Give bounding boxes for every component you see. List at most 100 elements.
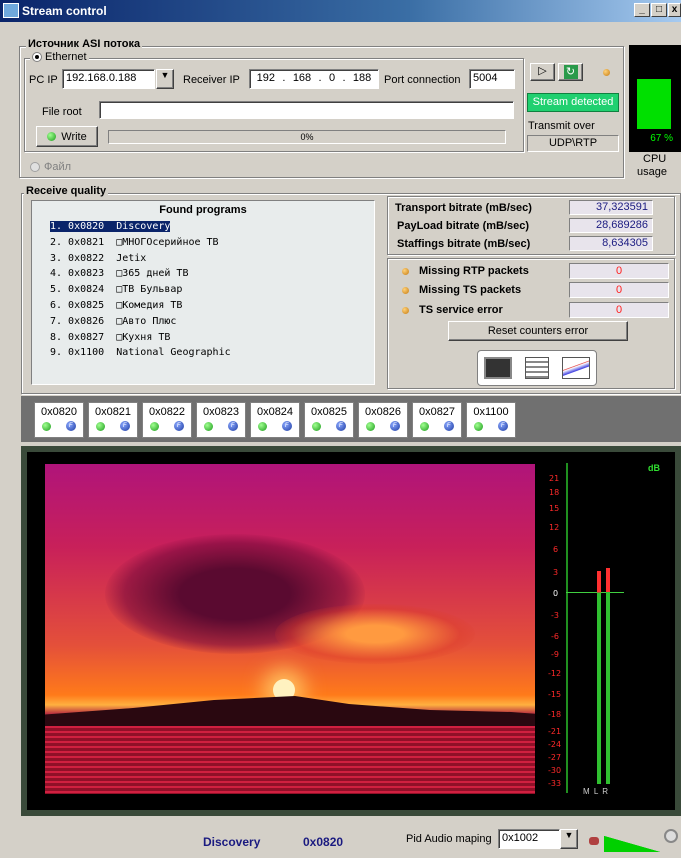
db-unit-label: dB <box>648 463 660 473</box>
program-row[interactable]: 7. 0x0826 □Авто Плюс <box>32 314 374 330</box>
service-error-led-icon <box>402 307 409 314</box>
audio-pid-dropdown-button[interactable]: ▼ <box>560 829 578 849</box>
tick-label: -12 <box>548 669 562 678</box>
tick-label: -9 <box>551 650 559 659</box>
pid-tab-label: 0x0820 <box>40 406 78 418</box>
green-led-icon <box>420 421 430 431</box>
rtp-error-led-icon <box>402 268 409 275</box>
program-row[interactable]: 3. 0x0822 Jetix <box>32 251 374 267</box>
program-row[interactable]: 9. 0x1100 National Geographic <box>32 345 374 361</box>
pid-tab-label: 0x0822 <box>148 406 186 418</box>
pid-tab-label: 0x0825 <box>310 406 348 418</box>
cloud-glow <box>275 604 475 664</box>
file-root-field[interactable] <box>99 101 514 119</box>
audio-pid-select[interactable]: 0x1002 <box>498 829 560 849</box>
pid-tab[interactable]: 0x0827 F <box>412 402 462 438</box>
program-row[interactable]: 5. 0x0824 □ТВ Бульвар <box>32 282 374 298</box>
cpu-label: CPU <box>643 153 667 165</box>
current-program-pid: 0x0820 <box>303 835 344 849</box>
close-button[interactable]: x <box>668 3 681 17</box>
tick-label: -18 <box>548 710 562 719</box>
program-row[interactable]: 6. 0x0825 □Комедия ТВ <box>32 298 374 314</box>
refresh-icon: ↻ <box>563 65 578 79</box>
volume-knob-icon[interactable] <box>664 829 678 843</box>
meter-bar-l <box>597 571 601 784</box>
pc-ip-dropdown-button[interactable]: ▼ <box>156 69 174 89</box>
service-error-value: 0 <box>569 302 669 318</box>
refresh-button[interactable]: ↻ <box>558 63 583 81</box>
green-led-icon <box>42 421 52 431</box>
ts-error-led-icon <box>402 287 409 294</box>
reset-counters-button[interactable]: Reset counters error <box>448 321 628 341</box>
frame-icon: F <box>389 421 400 431</box>
frame-icon: F <box>443 421 454 431</box>
ip-octet: 168 <box>292 72 312 84</box>
table-view-icon[interactable] <box>524 357 549 379</box>
program-row[interactable]: 4. 0x0823 □365 дней ТВ <box>32 266 374 282</box>
frame-icon: F <box>335 421 346 431</box>
ip-octet: 0 <box>328 72 336 84</box>
port-field[interactable]: 5004 <box>469 69 515 89</box>
frame-icon: F <box>497 421 508 431</box>
source-group-label: Источник ASI потока <box>26 38 143 50</box>
green-led-icon <box>366 421 376 431</box>
ethernet-label: Ethernet <box>45 51 87 63</box>
status-led-icon <box>603 69 610 76</box>
ip-octet: 192 <box>256 72 276 84</box>
monitor-view-icon[interactable] <box>484 357 513 379</box>
frame-icon: F <box>119 421 130 431</box>
ip-octet: 188 <box>352 72 372 84</box>
minimize-button[interactable]: _ <box>634 3 650 17</box>
transmit-protocol-field: UDP\RTP <box>527 135 619 152</box>
payload-bitrate-label: PayLoad bitrate (mB/sec) <box>397 220 530 232</box>
ethernet-radio[interactable]: Ethernet <box>30 51 89 63</box>
programs-header: Found programs <box>159 204 247 216</box>
meter-channel-labels: M L R <box>583 787 610 796</box>
pid-tab[interactable]: 0x0821 F <box>88 402 138 438</box>
volume-slider[interactable] <box>604 836 660 852</box>
tick-label: -27 <box>548 753 562 762</box>
frame-icon: F <box>65 421 76 431</box>
tick-label: -33 <box>548 779 562 788</box>
pid-tab[interactable]: 0x0823 F <box>196 402 246 438</box>
green-led-icon <box>204 421 214 431</box>
pid-tab-label: 0x0824 <box>256 406 294 418</box>
file-root-label: File root <box>42 106 82 118</box>
tick-label: -30 <box>548 766 562 775</box>
pid-tab[interactable]: 0x0825 F <box>304 402 354 438</box>
maximize-button[interactable]: □ <box>651 3 667 17</box>
audio-mapping-label: Pid Audio maping <box>406 833 492 845</box>
pid-tab-label: 0x0826 <box>364 406 402 418</box>
port-label: Port connection <box>384 74 461 86</box>
rtp-error-label: Missing RTP packets <box>419 265 529 277</box>
write-label: Write <box>61 130 87 143</box>
pid-tab[interactable]: 0x0820 F <box>34 402 84 438</box>
ts-error-label: Missing TS packets <box>419 284 522 296</box>
found-programs-list[interactable]: Found programs 1. 0x0820 Discovery 2. 0x… <box>31 200 375 385</box>
write-button[interactable]: Write <box>36 126 98 147</box>
green-led-icon <box>96 421 106 431</box>
pid-tab[interactable]: 0x0826 F <box>358 402 408 438</box>
program-row[interactable]: 2. 0x0821 □МНОГОсерийное ТВ <box>32 235 374 251</box>
tick-label: 6 <box>553 545 559 554</box>
tick-label: 21 <box>549 474 560 483</box>
pid-tab[interactable]: 0x0822 F <box>142 402 192 438</box>
file-radio[interactable]: Файл <box>30 161 71 173</box>
program-row-selected[interactable]: 1. 0x0820 Discovery <box>32 219 374 235</box>
pc-ip-field[interactable]: 192.168.0.188 <box>62 69 155 89</box>
cpu-usage-label: usage <box>637 166 667 178</box>
transport-bitrate-value: 37,323591 <box>569 200 653 215</box>
pid-tab[interactable]: 0x0824 F <box>250 402 300 438</box>
speaker-icon[interactable] <box>589 837 599 845</box>
app-icon <box>3 3 19 18</box>
video-preview <box>45 464 535 794</box>
radio-unchecked-icon <box>30 162 40 172</box>
graph-view-icon[interactable] <box>561 357 590 379</box>
pid-tab[interactable]: 0x1100 F <box>466 402 516 438</box>
receiver-ip-field[interactable]: 192. 168. 0. 188 <box>249 69 379 89</box>
play-button[interactable]: ▷ <box>530 63 555 81</box>
rtp-error-value: 0 <box>569 263 669 279</box>
program-row[interactable]: 8. 0x0827 □Кухня ТВ <box>32 330 374 346</box>
current-program-name: Discovery <box>203 835 261 849</box>
pid-tab-label: 0x0821 <box>94 406 132 418</box>
